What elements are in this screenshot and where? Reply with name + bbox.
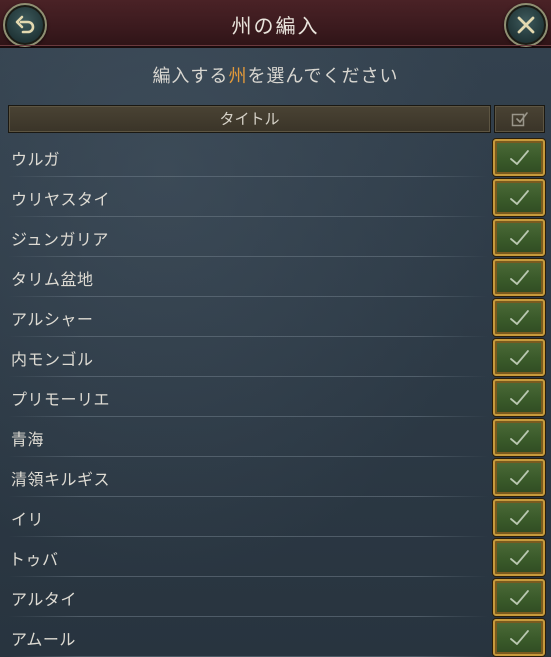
close-button[interactable] <box>504 3 548 47</box>
checkmark-icon <box>510 189 529 205</box>
list-item[interactable]: アムール <box>0 617 551 657</box>
state-name: ジュンガリア <box>11 230 109 249</box>
state-checkbox[interactable] <box>493 259 545 296</box>
state-name: アルタイ <box>11 590 77 609</box>
state-list: ウルガウリヤスタイ ジュンガリア タリム盆地アルシャー内モンゴルプリモーリエ 青海清領… <box>0 137 551 657</box>
state-name: 内モンゴル <box>11 350 94 369</box>
checkmark-icon <box>510 429 529 445</box>
close-x-icon <box>517 16 535 34</box>
state-name: アルシャー <box>11 310 94 329</box>
instruction-prefix: 編入する <box>152 66 229 87</box>
state-name: ウルガ <box>11 150 61 169</box>
state-checkbox[interactable] <box>493 579 545 616</box>
list-item[interactable]: アルタイ <box>0 577 551 617</box>
page-title: 州の編入 <box>231 14 320 38</box>
checkmark-icon <box>510 269 529 285</box>
checkmark-icon <box>510 549 529 565</box>
state-checkbox[interactable] <box>493 219 545 256</box>
checkmark-icon <box>510 469 529 485</box>
select-all-button[interactable] <box>494 105 545 133</box>
checkmark-icon <box>510 389 529 405</box>
state-checkbox[interactable] <box>493 419 545 456</box>
list-item[interactable]: 清領キルギス <box>0 457 551 497</box>
instruction-text: 編入する州を選んでください <box>0 62 551 88</box>
checkmark-icon <box>510 589 529 605</box>
state-name: トゥバ <box>9 550 59 569</box>
state-name: プリモーリエ <box>11 390 111 409</box>
state-name: 清領キルギス <box>11 470 111 489</box>
checkmark-icon <box>510 629 529 645</box>
checkmark-icon <box>510 229 529 245</box>
list-item[interactable]: ウリヤスタイ <box>0 177 551 217</box>
instruction-highlight: 州 <box>228 66 248 87</box>
instruction-suffix: を選んでください <box>247 66 399 87</box>
state-checkbox[interactable] <box>493 379 545 416</box>
state-name: イリ <box>11 510 45 529</box>
list-item[interactable]: タリム盆地 <box>0 257 551 297</box>
state-name: アムール <box>11 630 76 649</box>
title-bar: 州の編入 <box>0 0 551 48</box>
state-name: 青海 <box>11 430 45 449</box>
state-checkbox[interactable] <box>493 299 545 336</box>
state-checkbox[interactable] <box>493 499 545 536</box>
list-item[interactable]: プリモーリエ <box>0 377 551 417</box>
list-item[interactable]: ウルガ <box>0 137 551 177</box>
content-panel: 編入する州を選んでください タイトル ウルガウリヤスタイ ジュンガリア タリム盆地ア… <box>0 48 551 657</box>
column-header-title[interactable]: タイトル <box>8 105 491 133</box>
list-item[interactable]: 青海 <box>0 417 551 457</box>
state-checkbox[interactable] <box>493 539 545 576</box>
state-checkbox[interactable] <box>493 139 545 176</box>
list-item[interactable]: イリ <box>0 497 551 537</box>
checkmark-icon <box>510 149 529 165</box>
checkmark-icon <box>510 509 529 525</box>
list-item[interactable]: 内モンゴル <box>0 337 551 377</box>
list-item[interactable]: アルシャー <box>0 297 551 337</box>
state-checkbox[interactable] <box>493 459 545 496</box>
checkmark-icon <box>510 349 529 365</box>
list-item[interactable]: ジュンガリア <box>0 217 551 257</box>
state-checkbox[interactable] <box>493 179 545 216</box>
state-checkbox[interactable] <box>493 339 545 376</box>
checkbox-icon <box>511 112 528 127</box>
state-name: タリム盆地 <box>11 270 94 289</box>
checkmark-icon <box>510 309 529 325</box>
list-item[interactable]: トゥバ <box>0 537 551 577</box>
state-checkbox[interactable] <box>493 619 545 656</box>
state-name: ウリヤスタイ <box>11 190 111 209</box>
